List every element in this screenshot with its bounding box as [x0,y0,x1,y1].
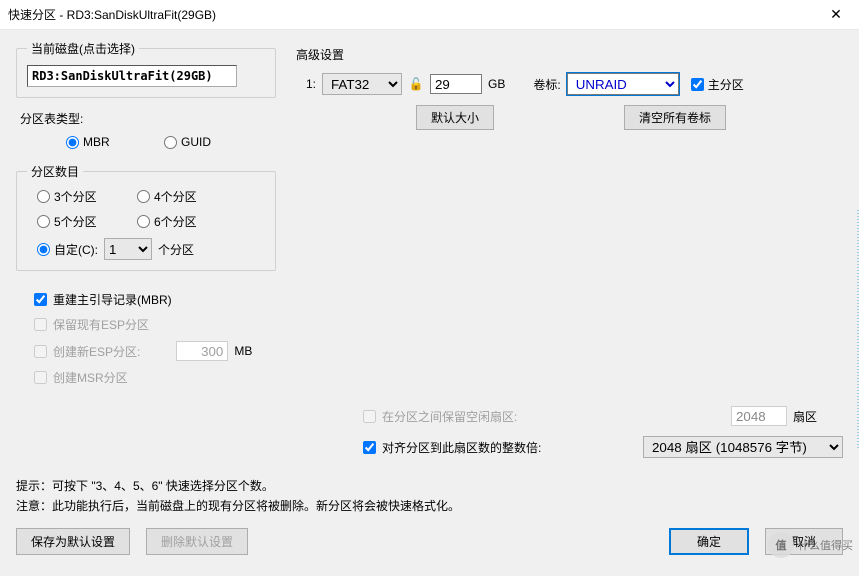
partition-table-label: 分区表类型: [20,110,276,127]
current-disk-legend: 当前磁盘(点击选择) [27,40,139,57]
save-default-button[interactable]: 保存为默认设置 [16,528,130,555]
volume-label-select[interactable]: UNRAID [567,73,679,95]
watermark-text: 什么值得买 [798,537,853,553]
chk-reserve-gap [363,410,376,423]
chk-keep-esp: 保留现有ESP分区 [34,316,276,333]
radio-mbr-input[interactable] [66,136,79,149]
radio-3parts[interactable]: 3个分区 [37,188,137,205]
lock-icon[interactable]: 🔓 [408,77,424,91]
hint-line2: 注意：此功能执行后，当前磁盘上的现有分区将被删除。新分区将会被快速格式化。 [16,496,843,516]
radio-guid[interactable]: GUID [164,135,254,149]
chk-rebuild-mbr[interactable]: 重建主引导记录(MBR) [34,291,276,308]
titlebar: 快速分区 - RD3:SanDiskUltraFit(29GB) ✕ [0,0,859,30]
align-select[interactable]: 2048 扇区 (1048576 字节) [643,436,843,458]
size-unit: GB [488,77,505,91]
hint-line1: 提示：可按下 "3、4、5、6" 快速选择分区个数。 [16,476,843,496]
custom-suffix: 个分区 [158,241,194,258]
partition-count-legend: 分区数目 [27,163,83,180]
chk-new-esp-row: 创建新ESP分区: MB [34,341,276,361]
default-size-button[interactable]: 默认大小 [416,105,494,130]
reserve-unit: 扇区 [793,408,843,425]
radio-mbr[interactable]: MBR [66,135,156,149]
advanced-title: 高级设置 [296,46,843,63]
radio-custom[interactable]: 自定(C): [37,241,98,258]
watermark-badge: 值 [768,532,794,558]
watermark: 值 什么值得买 [768,532,853,558]
window-title: 快速分区 - RD3:SanDiskUltraFit(29GB) [8,6,216,23]
custom-count-select[interactable]: 1 [104,238,152,260]
reserve-gap-input [731,406,787,426]
radio-6parts[interactable]: 6个分区 [137,213,237,230]
align-label: 对齐分区到此扇区数的整数倍: [382,439,637,456]
chk-align[interactable] [363,441,376,454]
reserve-gap-label: 在分区之间保留空闲扇区: [382,408,725,425]
close-button[interactable]: ✕ [813,0,859,30]
chk-msr: 创建MSR分区 [34,369,276,386]
size-input[interactable] [430,74,482,94]
partition-count-group: 分区数目 3个分区 4个分区 5个分区 6个分区 [16,163,276,271]
chk-primary[interactable]: 主分区 [691,76,744,93]
esp-size-input [176,341,228,361]
radio-5parts[interactable]: 5个分区 [37,213,137,230]
ok-button[interactable]: 确定 [669,528,749,555]
clear-labels-button[interactable]: 清空所有卷标 [624,105,726,130]
delete-default-button: 删除默认设置 [146,528,248,555]
radio-4parts[interactable]: 4个分区 [137,188,237,205]
hints-block: 提示：可按下 "3、4、5、6" 快速选择分区个数。 注意：此功能执行后，当前磁… [16,476,843,516]
filesystem-select[interactable]: FAT32 [322,73,402,95]
part-index: 1: [306,77,316,91]
dialog-content: 当前磁盘(点击选择) RD3:SanDiskUltraFit(29GB) 分区表… [0,30,859,576]
current-disk-group: 当前磁盘(点击选择) RD3:SanDiskUltraFit(29GB) [16,40,276,98]
current-disk-value[interactable]: RD3:SanDiskUltraFit(29GB) [27,65,237,87]
radio-guid-input[interactable] [164,136,177,149]
volume-label-text: 卷标: [533,76,560,93]
